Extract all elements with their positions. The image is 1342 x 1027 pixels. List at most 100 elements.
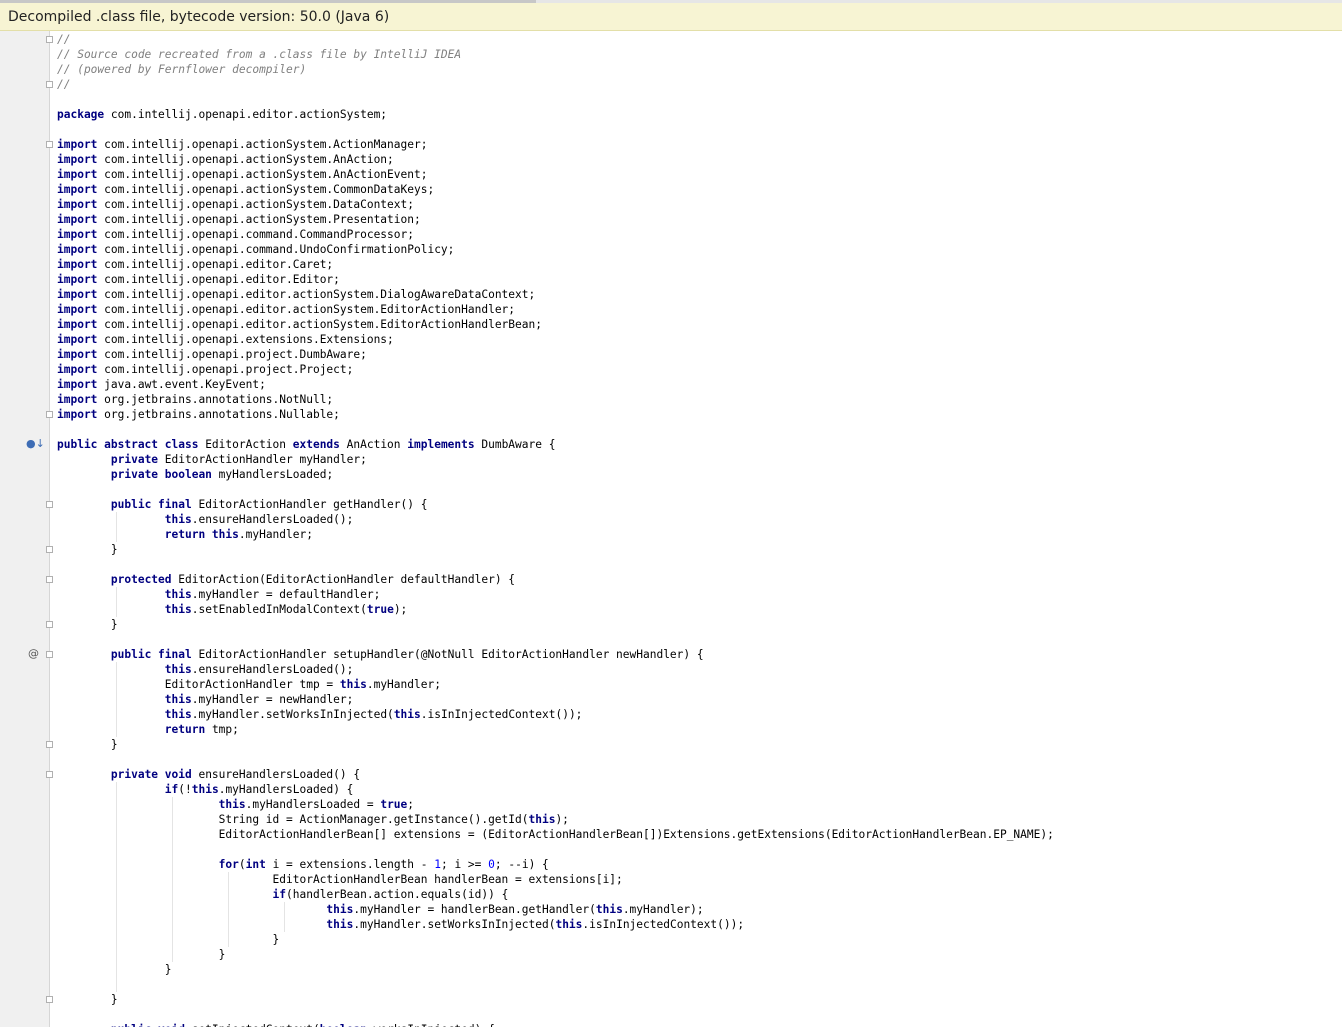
code-line: public abstract class EditorAction exten… <box>57 437 555 452</box>
code-token: com.intellij.openapi.actionSystem.AnActi… <box>97 153 394 166</box>
keyword-token: protected <box>110 573 172 586</box>
code-line: public void setInjectedContext(boolean w… <box>57 1022 495 1027</box>
code-token: com.intellij.openapi.actionSystem.AnActi… <box>97 168 428 181</box>
editor-gutter[interactable] <box>0 31 50 1027</box>
keyword-token: import <box>57 213 98 226</box>
code-token: .myHandlersLoaded) { <box>218 783 354 796</box>
keyword-token: this <box>595 903 623 916</box>
code-token: String id = ActionManager.getInstance().… <box>57 813 529 826</box>
code-line: return this.myHandler; <box>57 527 313 542</box>
code-token: .myHandler.setWorksInInjected( <box>191 708 394 721</box>
keyword-token: this <box>393 708 421 721</box>
code-editor[interactable]: // // Source code recreated from a .class… <box>51 31 1342 1027</box>
code-token: } <box>57 618 118 631</box>
code-token: .myHandler.setWorksInInjected( <box>353 918 556 931</box>
fold-marker-icon[interactable] <box>46 741 53 748</box>
code-line: import com.intellij.openapi.project.Proj… <box>57 362 353 377</box>
code-line: return tmp; <box>57 722 239 737</box>
code-line: import com.intellij.openapi.editor.actio… <box>57 302 515 317</box>
code-line: private boolean myHandlersLoaded; <box>57 467 333 482</box>
keyword-token: import <box>57 333 98 346</box>
fold-marker-icon[interactable] <box>46 546 53 553</box>
code-line: } <box>57 992 118 1007</box>
fold-marker-icon[interactable] <box>46 411 53 418</box>
keyword-token: import <box>57 303 98 316</box>
keyword-token: this <box>326 918 354 931</box>
keyword-token: import <box>57 378 98 391</box>
comment-token: // Source code recreated from a .class f… <box>57 48 462 61</box>
code-token: .myHandler = handlerBean.getHandler( <box>353 903 596 916</box>
fold-marker-icon[interactable] <box>46 576 53 583</box>
code-line: } <box>57 617 118 632</box>
keyword-token: this <box>164 603 192 616</box>
code-line: // (powered by Fernflower decompiler) <box>57 62 306 77</box>
keyword-token: import <box>57 363 98 376</box>
fold-marker-icon[interactable] <box>46 621 53 628</box>
code-token: com.intellij.openapi.editor.actionSystem… <box>97 288 536 301</box>
code-line: this.myHandler.setWorksInInjected(this.i… <box>57 917 744 932</box>
code-line: if(handlerBean.action.equals(id)) { <box>57 887 509 902</box>
indent-guide <box>116 782 117 992</box>
fold-marker-icon[interactable] <box>46 36 53 43</box>
code-line: } <box>57 962 172 977</box>
fold-marker-icon[interactable] <box>46 651 53 658</box>
code-token: ensureHandlersLoaded() { <box>191 768 361 781</box>
fold-marker-icon[interactable] <box>46 996 53 1003</box>
code-token: } <box>57 948 226 961</box>
decompiled-notice-banner: Decompiled .class file, bytecode version… <box>0 3 1342 31</box>
keyword-token: private <box>110 453 159 466</box>
code-line: if(!this.myHandlersLoaded) { <box>57 782 354 797</box>
code-token: com.intellij.openapi.actionSystem.DataCo… <box>97 198 414 211</box>
comment-token: // (powered by Fernflower decompiler) <box>57 63 307 76</box>
code-token: EditorActionHandler getHandler() { <box>191 498 428 511</box>
code-token: tmp; <box>205 723 239 736</box>
code-token: (! <box>178 783 192 796</box>
keyword-token: private void <box>110 768 192 781</box>
fold-marker-icon[interactable] <box>46 141 53 148</box>
keyword-token: this <box>164 513 192 526</box>
keyword-token: this <box>191 783 219 796</box>
code-line: import com.intellij.openapi.actionSystem… <box>57 152 394 167</box>
keyword-token: import <box>57 393 98 406</box>
code-token: .ensureHandlersLoaded(); <box>191 513 354 526</box>
keyword-token: if <box>164 783 179 796</box>
keyword-token: public abstract class <box>57 438 199 451</box>
override-implements-icon[interactable]: ●↓ <box>26 437 45 450</box>
code-token: .setEnabledInModalContext( <box>191 603 367 616</box>
code-line: import com.intellij.openapi.editor.actio… <box>57 287 535 302</box>
code-line: import com.intellij.openapi.extensions.E… <box>57 332 394 347</box>
code-line: import com.intellij.openapi.actionSystem… <box>57 197 414 212</box>
keyword-token: import <box>57 168 98 181</box>
code-line: this.ensureHandlersLoaded(); <box>57 662 354 677</box>
code-line: for(int i = extensions.length - 1; i >= … <box>57 857 549 872</box>
keyword-token: private boolean <box>110 468 212 481</box>
code-token: .myHandler = newHandler; <box>191 693 354 706</box>
code-line: import com.intellij.openapi.command.Undo… <box>57 242 454 257</box>
indent-guide <box>116 662 117 737</box>
fold-marker-icon[interactable] <box>46 81 53 88</box>
fold-marker-icon[interactable] <box>46 771 53 778</box>
code-token: java.awt.event.KeyEvent; <box>97 378 266 391</box>
fold-marker-icon[interactable] <box>46 501 53 508</box>
code-line: this.ensureHandlersLoaded(); <box>57 512 354 527</box>
code-token: EditorActionHandler setupHandler(@NotNul… <box>191 648 704 661</box>
code-token: EditorActionHandler myHandler; <box>158 453 367 466</box>
keyword-token: import <box>57 318 98 331</box>
keyword-token: this <box>528 813 556 826</box>
keyword-token: public final <box>110 648 192 661</box>
at-annotation-icon[interactable]: @ <box>28 647 39 660</box>
code-line: // <box>57 32 70 47</box>
code-line: import java.awt.event.KeyEvent; <box>57 377 266 392</box>
code-token: setInjectedContext( <box>185 1023 320 1027</box>
code-token: com.intellij.openapi.actionSystem.Presen… <box>97 213 421 226</box>
code-line: this.myHandler = handlerBean.getHandler(… <box>57 902 703 917</box>
